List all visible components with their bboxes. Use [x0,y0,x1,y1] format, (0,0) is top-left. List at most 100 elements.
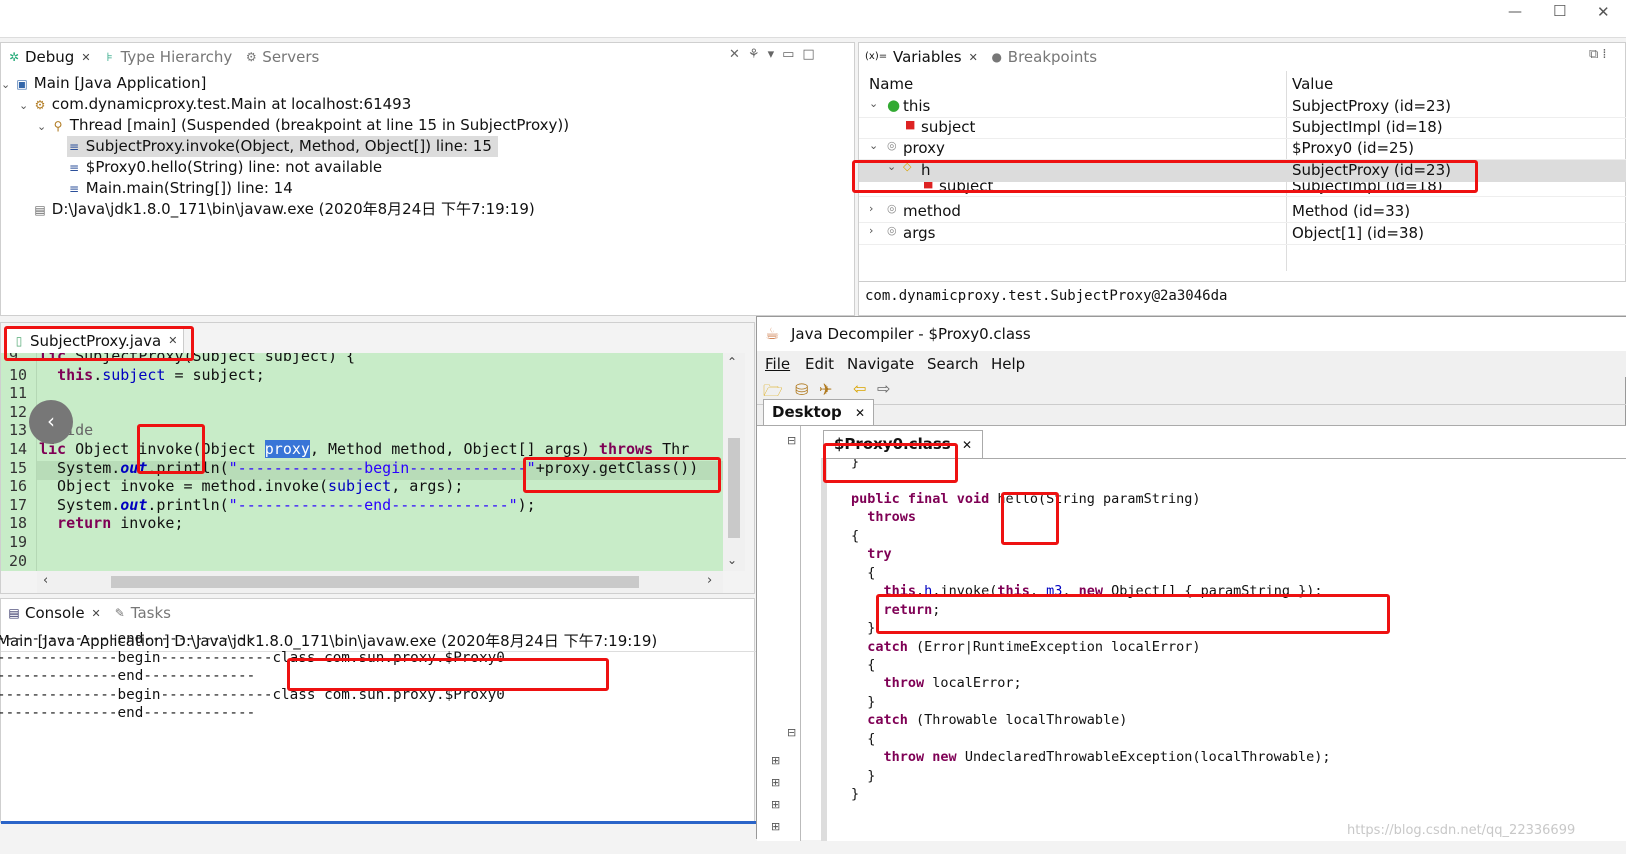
menu-file[interactable]: File [765,355,790,373]
decompiled-code-line[interactable]: throw new UndeclaredThrowableException(l… [851,748,1331,767]
menu-search[interactable]: Search [927,355,979,373]
variables-detail-pane[interactable]: com.dynamicproxy.test.SubjectProxy@2a304… [859,281,1626,315]
remove-terminated-icon[interactable]: ✕ [729,47,748,62]
decompiled-code-line[interactable]: catch (Throwable localThrowable) [851,711,1127,730]
decompiled-code-line[interactable]: { [851,730,875,749]
forward-arrow-icon[interactable]: ⇨ [877,379,890,398]
code-line[interactable]: this.subject = subject; [39,366,265,385]
decompiled-code-line[interactable]: { [851,564,875,583]
close-icon[interactable]: ✕ [855,406,865,420]
variables-icon: (x)= [865,51,888,62]
close-icon[interactable]: ✕ [81,51,90,64]
decompiled-code-line[interactable]: this.h.invoke(this, m3, new Object[] { p… [851,582,1323,601]
search-icon[interactable]: ✈ [819,380,832,399]
tab-breakpoints[interactable]: ● Breakpoints [984,48,1103,66]
back-circle-icon[interactable]: ‹ [29,400,73,444]
variables-row[interactable]: ■ subject SubjectImpl (id=18) [859,182,1626,197]
tab-console[interactable]: ▤ Console ✕ [1,604,107,622]
file-tab[interactable]: $Proxy0.class ✕ [823,430,984,458]
package-tree-pane[interactable]: ⊟ ⊟ ⊞ ⊞ ⊞ ⊞ [757,426,801,841]
decompiled-code-line[interactable]: { [851,656,875,675]
close-icon[interactable]: ✕ [962,438,972,452]
variables-row[interactable]: ■ subject SubjectImpl (id=18) [859,118,1626,139]
tab-servers[interactable]: ⚙ Servers [238,48,325,66]
variables-row[interactable]: › ◎ args Object[1] (id=38) [859,224,1626,245]
code-line[interactable]: System.out.println("--------------begin-… [39,459,698,478]
decompiled-code-line[interactable]: try [851,545,891,564]
desktop-tab[interactable]: Desktop ✕ [763,399,875,425]
code-area[interactable]: 9 lic SubjectProxy(Subject subject) {10 t… [1,353,723,571]
scroll-thumb[interactable] [111,576,639,588]
debug-view: ✲ Debug ✕ ⊧ Type Hierarchy ⚙ Servers ✕⚘▾… [0,42,855,316]
stack-frame-icon: ≡ [68,140,80,154]
close-icon[interactable]: ✕ [168,334,177,347]
decompiled-code-line[interactable]: } [851,459,859,472]
decompiled-code-line[interactable]: catch (Error|RuntimeException localError… [851,638,1200,657]
process-icon: ▤ [34,203,46,217]
column-header-value[interactable]: Value [1292,75,1333,93]
tree-item-vm[interactable]: ⌄ ⚙ com.dynamicproxy.test.Main at localh… [19,94,411,115]
tree-item-app[interactable]: ⌄ ▣ Main [Java Application] [1,73,206,94]
decompiled-code-line[interactable]: } [851,767,875,786]
bug-icon: ✲ [8,50,20,64]
menu-edit[interactable]: Edit [805,355,834,373]
minimize-view-icon[interactable]: ▭ [782,47,802,62]
code-line[interactable]: lic Object invoke(Object proxy, Method m… [39,440,689,459]
menu-navigate[interactable]: Navigate [847,355,914,373]
view-menu-icon[interactable]: ▾ [768,47,783,62]
code-line[interactable]: Object invoke = method.invoke(subject, a… [39,477,463,496]
decompiled-code-line[interactable]: } [851,785,859,804]
decompiler-content: ⊟ ⊟ ⊞ ⊞ ⊞ ⊞ $Proxy0.class ✕ } public fina… [757,425,1626,841]
editor-tab[interactable]: ▯ SubjectProxy.java ✕ [5,327,185,353]
open-type-icon[interactable]: ⛁ [795,380,808,399]
line-number: 14 [9,440,28,458]
scroll-thumb[interactable] [728,438,740,538]
tree-expand-icon[interactable]: ⊞ [771,798,780,811]
tab-type-hierarchy[interactable]: ⊧ Type Hierarchy [97,48,239,66]
code-line[interactable]: return invoke; [39,514,183,533]
stack-frame[interactable]: ≡ Main.main(String[]) line: 14 [67,178,293,199]
close-icon[interactable]: ✕ [969,51,978,64]
horizontal-scrollbar[interactable]: ‹ › [37,571,723,593]
var-value: SubjectProxy (id=23) [1292,161,1451,179]
line-number: 19 [9,533,28,551]
variables-row[interactable]: › ◎ method Method (id=33) [859,202,1626,223]
decompiled-code-line[interactable]: throws [851,508,916,527]
minimize-button[interactable]: — [1508,4,1522,20]
collapse-icon[interactable]: ⚘ [748,47,768,62]
variables-toolbar-icon[interactable]: ⧉ ⁞ [1589,47,1607,62]
stack-frame-selected[interactable]: ≡ SubjectProxy.invoke(Object, Method, Ob… [67,136,498,157]
decompiled-code-area[interactable]: } public final void hello(String paramStr… [821,458,1626,841]
tab-tasks[interactable]: ✎ Tasks [107,604,177,622]
tab-debug[interactable]: ✲ Debug ✕ [1,48,97,66]
tree-item-thread[interactable]: ⌄ ⚲ Thread [main] (Suspended (breakpoint… [37,115,569,136]
code-line[interactable]: lic SubjectProxy(Subject subject) { [39,353,355,366]
close-button[interactable]: ✕ [1597,3,1610,21]
vertical-scrollbar[interactable]: ⌃ ⌄ [723,353,745,571]
tab-console-label: Console [25,604,85,622]
decompiled-code-line[interactable]: { [851,527,859,546]
stack-frame[interactable]: ≡ $Proxy0.hello(String) line: not availa… [67,157,382,178]
menu-help[interactable]: Help [991,355,1025,373]
tree-expand-icon[interactable]: ⊞ [771,820,780,833]
back-arrow-icon[interactable]: ⇦ [853,379,866,398]
variables-row-selected[interactable]: ⌄ ◇ h SubjectProxy (id=23) [859,160,1626,182]
maximize-button[interactable]: ☐ [1553,2,1566,20]
tree-expand-icon[interactable]: ⊞ [771,754,780,767]
decompiled-code-line[interactable]: return; [851,601,941,620]
tab-variables[interactable]: (x)= Variables ✕ [859,48,984,66]
console-icon: ▤ [8,606,20,620]
tree-expand-icon[interactable]: ⊞ [771,776,780,789]
variables-row[interactable]: ⌄ ● this SubjectProxy (id=23) [859,96,1626,118]
maximize-view-icon[interactable]: □ [802,47,822,62]
decompiled-code-line[interactable]: public final void hello(String paramStri… [851,490,1201,509]
tree-item-process[interactable]: ▤ D:\Java\jdk1.8.0_171\bin\javaw.exe (20… [33,199,534,220]
decompiled-code-line[interactable]: } [851,693,875,712]
code-line[interactable]: System.out.println("--------------end---… [39,496,536,515]
decompiled-code-line[interactable]: } [851,619,875,638]
column-header-name[interactable]: Name [869,75,913,93]
decompiled-code-line[interactable]: throw localError; [851,674,1022,693]
variables-row[interactable]: ⌄ ◎ proxy $Proxy0 (id=25) [859,139,1626,160]
close-icon[interactable]: ✕ [92,607,101,620]
variable-detail-text: com.dynamicproxy.test.SubjectProxy@2a304… [865,288,1228,304]
